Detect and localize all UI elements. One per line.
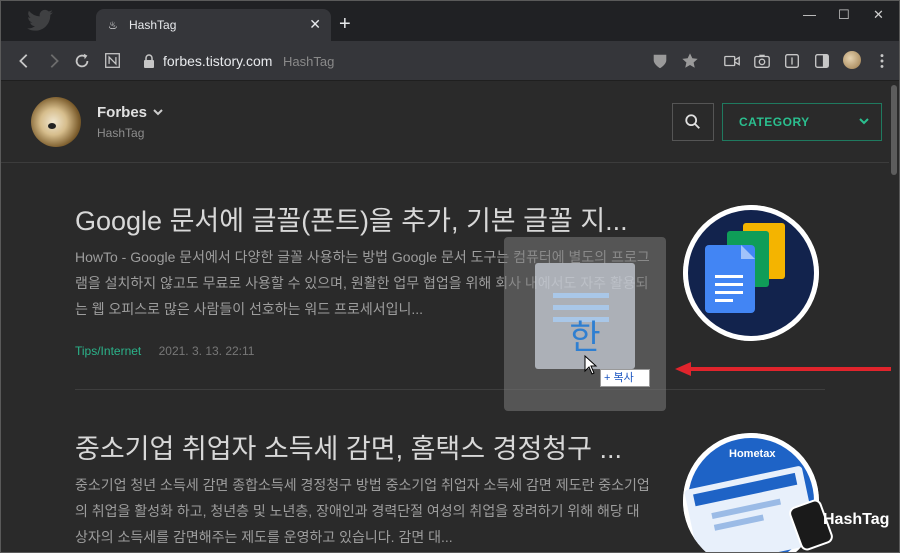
maximize-button[interactable]: ☐ [838, 7, 850, 23]
tab-title: HashTag [129, 18, 177, 32]
hashtag-watermark: HashTag [823, 511, 890, 528]
tab-close-button[interactable]: ✕ [309, 16, 321, 33]
reload-icon[interactable] [73, 52, 91, 70]
url-host: forbes.tistory.com [163, 53, 273, 69]
hometax-logo-text: Hometax [729, 448, 776, 460]
blog-header: Forbes HashTag CATEGORY [1, 81, 889, 163]
shield-extension-icon[interactable] [651, 52, 669, 70]
browser-window: ♨ HashTag ✕ + — ☐ ✕ forbes.tistory.com H… [0, 0, 900, 553]
copy-badge: + 복사 [600, 369, 650, 387]
chevron-down-icon [859, 118, 869, 125]
post-title[interactable]: 중소기업 취업자 소득세 감면, 홈택스 경정청구 ... [75, 427, 655, 466]
twitter-icon [27, 9, 53, 31]
post-divider [75, 389, 825, 390]
search-icon [685, 114, 700, 129]
post-item[interactable]: 중소기업 취업자 소득세 감면, 홈택스 경정청구 ... 중소기업 청년 소득… [75, 427, 655, 550]
post-category[interactable]: Tips/Internet [75, 344, 141, 358]
profile-avatar[interactable] [843, 51, 861, 69]
browser-toolbar: forbes.tistory.com HashTag [1, 41, 899, 81]
google-docs-thumbnail[interactable] [683, 205, 819, 341]
blog-subtitle: HashTag [97, 126, 145, 140]
address-bar[interactable]: forbes.tistory.com HashTag [101, 47, 701, 75]
reader-icon[interactable] [783, 52, 801, 70]
forward-icon[interactable] [45, 52, 63, 70]
bookmark-star-icon[interactable] [681, 52, 699, 70]
search-button[interactable] [672, 103, 714, 141]
scrollbar-thumb[interactable] [891, 85, 897, 175]
back-icon[interactable] [15, 52, 33, 70]
lock-icon [144, 54, 154, 68]
new-tab-button[interactable]: + [339, 14, 351, 34]
tistory-favicon-icon: ♨ [108, 20, 118, 32]
category-label: CATEGORY [739, 115, 810, 129]
category-dropdown[interactable]: CATEGORY [722, 103, 882, 141]
tab-hashtag[interactable]: ♨ HashTag ✕ [96, 9, 331, 42]
page-scrollbar[interactable] [889, 81, 899, 552]
blog-name[interactable]: Forbes [97, 104, 147, 121]
post-date: 2021. 3. 13. 22:11 [158, 344, 255, 358]
sidebar-icon[interactable] [813, 52, 831, 70]
menu-kebab-icon[interactable] [873, 52, 891, 70]
cursor-arrow-icon [584, 355, 598, 375]
chevron-down-icon[interactable] [152, 106, 164, 118]
drag-preview: 한 + 복사 [504, 237, 666, 411]
svg-text:한: 한 [569, 318, 600, 358]
post-excerpt: 중소기업 청년 소득세 감면 종합소득세 경정청구 방법 중소기업 취업자 소득… [75, 477, 650, 545]
tab-bar: ♨ HashTag ✕ + — ☐ ✕ [1, 1, 899, 42]
camera-video-icon[interactable] [723, 52, 741, 70]
post-title[interactable]: Google 문서에 글꼴(폰트)을 추가, 기본 글꼴 지... [75, 199, 655, 238]
close-window-button[interactable]: ✕ [873, 7, 884, 23]
font-file-icon: 한 [535, 263, 635, 369]
blog-avatar[interactable] [31, 97, 81, 147]
url-path: HashTag [283, 54, 335, 69]
red-arrow-annotation [675, 362, 891, 376]
screenshot-icon[interactable] [753, 52, 771, 70]
minimize-button[interactable]: — [803, 7, 816, 22]
